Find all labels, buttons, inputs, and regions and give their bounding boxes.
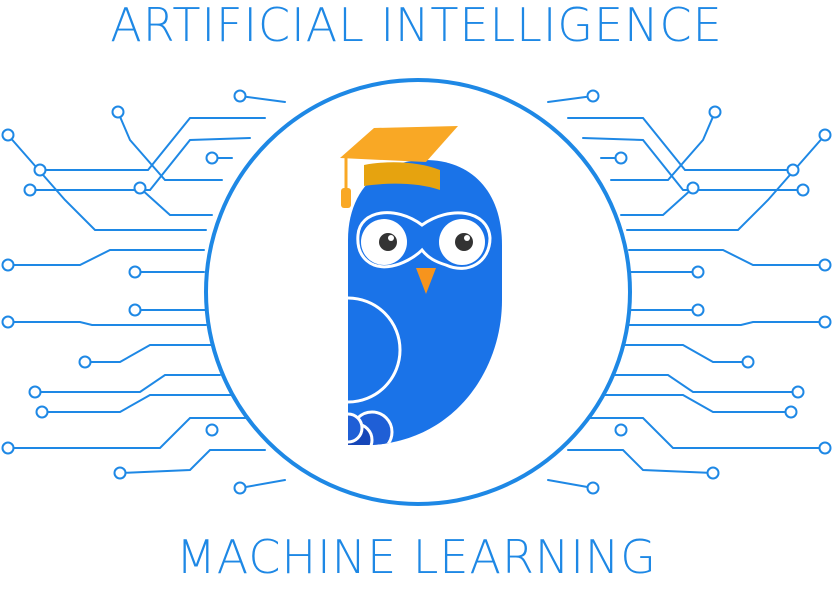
circuit-node <box>706 466 720 480</box>
circuit-trace <box>7 321 207 326</box>
circuit-trace <box>239 479 286 489</box>
circuit-trace <box>39 117 266 171</box>
circuit-node <box>133 181 147 195</box>
circuit-node <box>818 258 832 272</box>
circuit-node <box>28 385 42 399</box>
circuit-trace <box>600 394 792 413</box>
circuit-node <box>691 303 705 317</box>
circuit-node <box>796 183 810 197</box>
circuit-node <box>708 105 722 119</box>
circuit-trace <box>139 187 213 216</box>
circuit-node <box>786 163 800 177</box>
circuit-trace <box>620 187 694 216</box>
circuit-node <box>1 441 15 455</box>
circuit-trace <box>547 479 594 489</box>
title-machine-learning: MACHINE LEARNING <box>176 530 657 584</box>
circuit-node <box>111 105 125 119</box>
circuit-node <box>818 128 832 142</box>
circuit-node <box>1 128 15 142</box>
circuit-node <box>791 385 805 399</box>
circuit-node <box>1 258 15 272</box>
circuit-trace <box>7 249 205 266</box>
circuit-trace <box>84 344 213 363</box>
circuit-node <box>691 265 705 279</box>
circuit-node <box>741 355 755 369</box>
circuit-node <box>614 151 628 165</box>
circuit-trace <box>34 374 221 393</box>
circuit-node <box>128 265 142 279</box>
circuit-node <box>128 303 142 317</box>
circuit-node <box>233 481 247 495</box>
circuit-node <box>33 163 47 177</box>
circuit-trace <box>612 374 799 393</box>
ai-ml-illustration <box>1 78 832 506</box>
circuit-node <box>614 423 628 437</box>
circuit-trace <box>119 449 266 474</box>
circuit-node <box>205 423 219 437</box>
circuit-trace <box>41 394 233 413</box>
circuit-node <box>233 89 247 103</box>
circuit-trace <box>620 344 749 363</box>
circuit-node <box>818 315 832 329</box>
circuit-trace <box>567 117 794 171</box>
circuit-trace <box>567 449 714 474</box>
circuit-node <box>784 405 798 419</box>
circuit-node <box>23 183 37 197</box>
circuit-node <box>205 151 219 165</box>
circuit-trace <box>547 95 594 103</box>
circuit-trace <box>628 249 826 266</box>
circuit-trace <box>626 321 826 326</box>
circuit-node <box>78 355 92 369</box>
circuit-node <box>1 315 15 329</box>
circuit-trace <box>239 95 286 103</box>
circuit-node <box>686 181 700 195</box>
circuit-node <box>818 441 832 455</box>
circuit-node <box>586 481 600 495</box>
circuit-node <box>586 89 600 103</box>
circuit-node <box>35 405 49 419</box>
circuit-node <box>113 466 127 480</box>
